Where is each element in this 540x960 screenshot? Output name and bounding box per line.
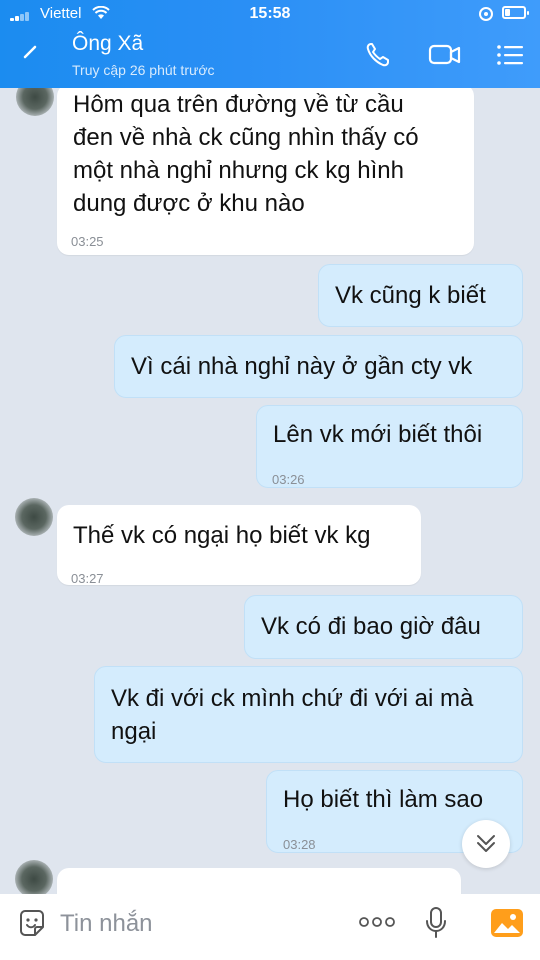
status-bar: Viettel 15:58: [0, 0, 540, 28]
message-input[interactable]: Tin nhắn: [60, 906, 340, 942]
message-text-line: dung được ở khu nào: [73, 190, 305, 217]
contact-name[interactable]: Ông Xã: [72, 32, 143, 56]
sticker-icon[interactable]: [16, 908, 48, 940]
image-icon[interactable]: [490, 906, 524, 940]
menu-list-icon[interactable]: [494, 40, 528, 70]
microphone-icon[interactable]: [423, 906, 449, 940]
avatar[interactable]: [15, 860, 53, 894]
message-list[interactable]: Hôm qua trên đường về từ cầu đen về nhà …: [0, 88, 540, 894]
message-text-line: Vk đi với ck mình chứ đi với ai mà: [111, 685, 474, 712]
message-bubble-outgoing[interactable]: Vì cái nhà nghỉ này ở gần cty vk: [114, 335, 523, 398]
message-time: 03:28: [283, 837, 316, 852]
chevron-double-down-icon[interactable]: [462, 820, 510, 868]
message-bubble-outgoing[interactable]: Lên vk mới biết thôi 03:26: [256, 405, 523, 488]
chat-header: Viettel 15:58 Ông Xã Truy cập 26 phút tr…: [0, 0, 540, 88]
message-time: 03:25: [71, 234, 104, 249]
message-text-line: Vk cũng k biết: [335, 282, 486, 309]
message-composer: Tin nhắn: [0, 894, 540, 960]
chevron-left-icon[interactable]: [16, 40, 46, 70]
message-text-line: Thế vk có ngại họ biết vk kg: [73, 522, 371, 549]
phone-icon[interactable]: [362, 40, 396, 70]
message-bubble-incoming[interactable]: [57, 868, 461, 894]
message-time: 03:26: [272, 472, 305, 487]
message-text-line: Họ biết thì làm sao: [283, 786, 484, 813]
message-bubble-outgoing[interactable]: Vk cũng k biết: [318, 264, 523, 327]
message-time: 03:27: [71, 571, 104, 586]
orientation-lock-icon: [479, 7, 493, 21]
avatar[interactable]: [16, 88, 54, 116]
message-text-line: Vì cái nhà nghỉ này ở gần cty vk: [131, 353, 473, 380]
message-text-line: một nhà nghỉ nhưng ck kg hình: [73, 157, 404, 184]
message-text-line: Hôm qua trên đường về từ cầu: [73, 91, 404, 118]
avatar[interactable]: [15, 498, 53, 536]
status-time: 15:58: [249, 5, 291, 22]
message-text-line: đen về nhà ck cũng nhìn thấy có: [73, 124, 419, 151]
message-bubble-outgoing[interactable]: Vk có đi bao giờ đâu: [244, 595, 523, 659]
message-text-line: ngại: [111, 718, 157, 745]
message-text-line: Vk có đi bao giờ đâu: [261, 613, 481, 640]
message-bubble-incoming[interactable]: Thế vk có ngại họ biết vk kg 03:27: [57, 505, 421, 586]
video-camera-icon[interactable]: [428, 40, 462, 70]
last-seen-status: Truy cập 26 phút trước: [72, 62, 215, 78]
more-dots-icon[interactable]: [358, 914, 396, 930]
battery-icon: [502, 6, 529, 19]
message-bubble-outgoing[interactable]: Vk đi với ck mình chứ đi với ai mà ngại: [94, 666, 523, 763]
message-text-line: Lên vk mới biết thôi: [273, 421, 483, 448]
message-bubble-incoming[interactable]: Hôm qua trên đường về từ cầu đen về nhà …: [57, 88, 474, 255]
